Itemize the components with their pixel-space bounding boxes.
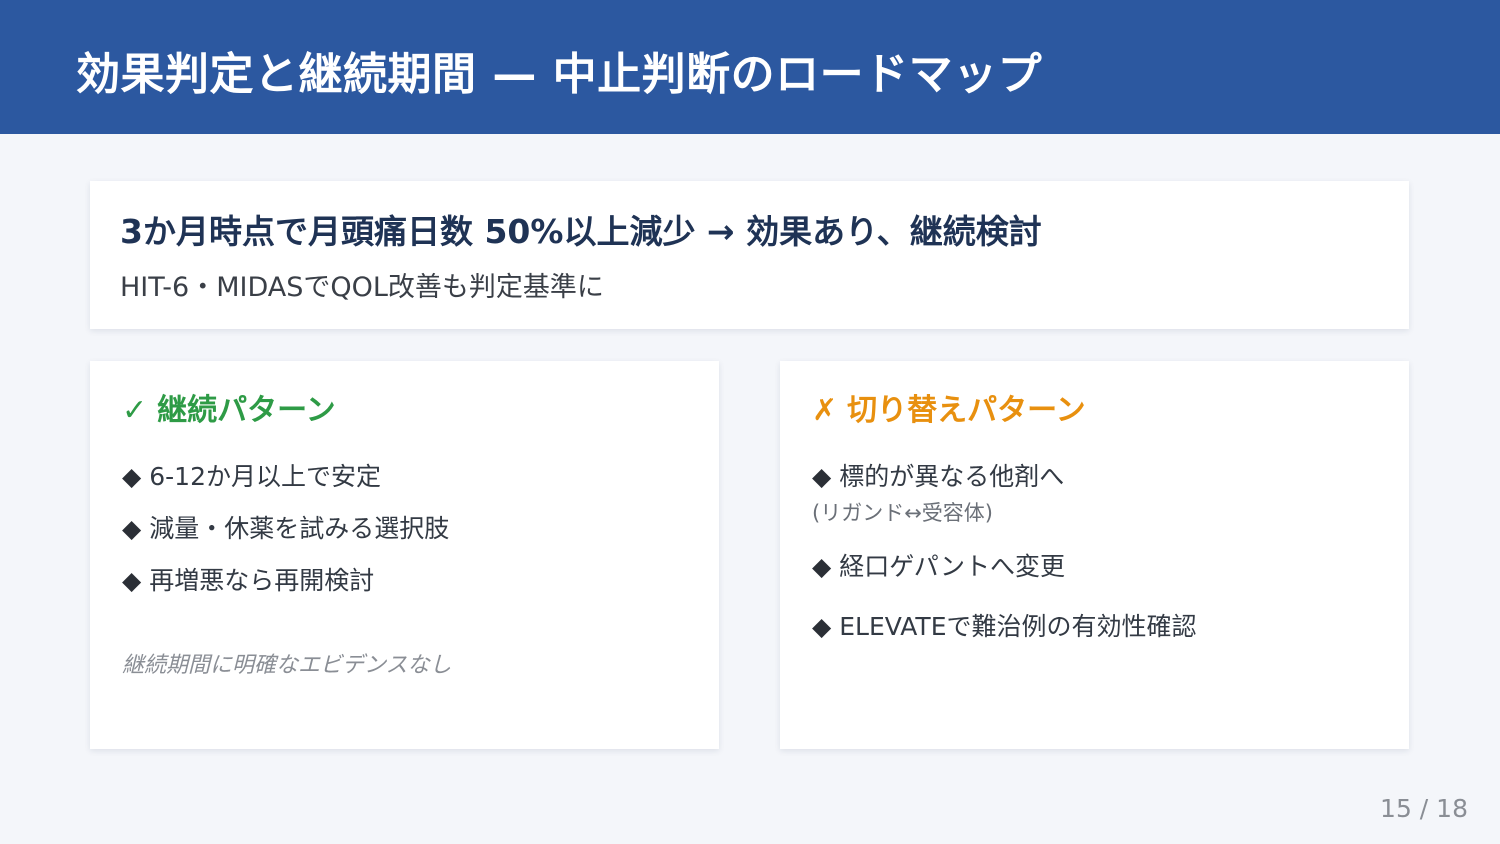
list-item: ◆ ELEVATEで難治例の有効性確認 bbox=[812, 607, 1197, 643]
list-item: ◆ 標的が異なる他剤へ bbox=[812, 457, 1064, 493]
list-item-text: 再増悪なら再開検討 bbox=[149, 566, 375, 595]
list-item-text: 減量・休薬を試みる選択肢 bbox=[149, 514, 450, 543]
list-item-text: 標的が異なる他剤へ bbox=[839, 462, 1065, 491]
switch-pattern-title: ✗ 切り替えパターン bbox=[812, 385, 1086, 429]
list-item-note: (リガンド↔受容体) bbox=[812, 501, 993, 525]
diamond-bullet-icon: ◆ bbox=[122, 566, 142, 595]
title-bar: 効果判定と継続期間 — 中止判断のロードマップ bbox=[0, 0, 1500, 134]
diamond-bullet-icon: ◆ bbox=[812, 612, 832, 641]
check-icon: ✓ bbox=[122, 393, 148, 428]
diamond-bullet-icon: ◆ bbox=[122, 462, 142, 491]
summary-card: 3か月時点で月頭痛日数 50%以上減少 → 効果あり、継続検討 HIT-6・MI… bbox=[90, 181, 1409, 329]
diamond-bullet-icon: ◆ bbox=[812, 462, 832, 491]
list-item-text: 経口ゲパントへ変更 bbox=[839, 552, 1065, 581]
slide-title: 効果判定と継続期間 — 中止判断のロードマップ bbox=[76, 49, 1043, 100]
summary-subline: HIT-6・MIDASでQOL改善も判定基準に bbox=[120, 272, 604, 303]
list-item: ◆ 6-12か月以上で安定 bbox=[122, 457, 381, 493]
list-item: ◆ 再増悪なら再開検討 bbox=[122, 561, 374, 597]
summary-headline: 3か月時点で月頭痛日数 50%以上減少 → 効果あり、継続検討 bbox=[120, 212, 1042, 251]
diamond-bullet-icon: ◆ bbox=[812, 552, 832, 581]
list-item: ◆ 減量・休薬を試みる選択肢 bbox=[122, 509, 449, 545]
list-item-text: 6-12か月以上で安定 bbox=[149, 462, 381, 491]
switch-pattern-title-text: 切り替えパターン bbox=[847, 393, 1086, 428]
cross-icon: ✗ bbox=[812, 393, 838, 428]
evidence-note: 継続期間に明確なエビデンスなし bbox=[122, 653, 452, 678]
page-number: 15 / 18 bbox=[1380, 794, 1468, 823]
switch-pattern-card: ✗ 切り替えパターン ◆ 標的が異なる他剤へ (リガンド↔受容体) ◆ 経口ゲパントへ… bbox=[780, 361, 1409, 749]
list-item-text: ELEVATEで難治例の有効性確認 bbox=[839, 612, 1197, 641]
list-item: ◆ 経口ゲパントへ変更 bbox=[812, 547, 1065, 583]
diamond-bullet-icon: ◆ bbox=[122, 514, 142, 543]
continue-pattern-card: ✓ 継続パターン ◆ 6-12か月以上で安定 ◆ 減量・休薬を試みる選択肢 ◆ 再増悪な… bbox=[90, 361, 719, 749]
continue-pattern-title-text: 継続パターン bbox=[157, 393, 336, 428]
continue-pattern-title: ✓ 継続パターン bbox=[122, 385, 336, 429]
